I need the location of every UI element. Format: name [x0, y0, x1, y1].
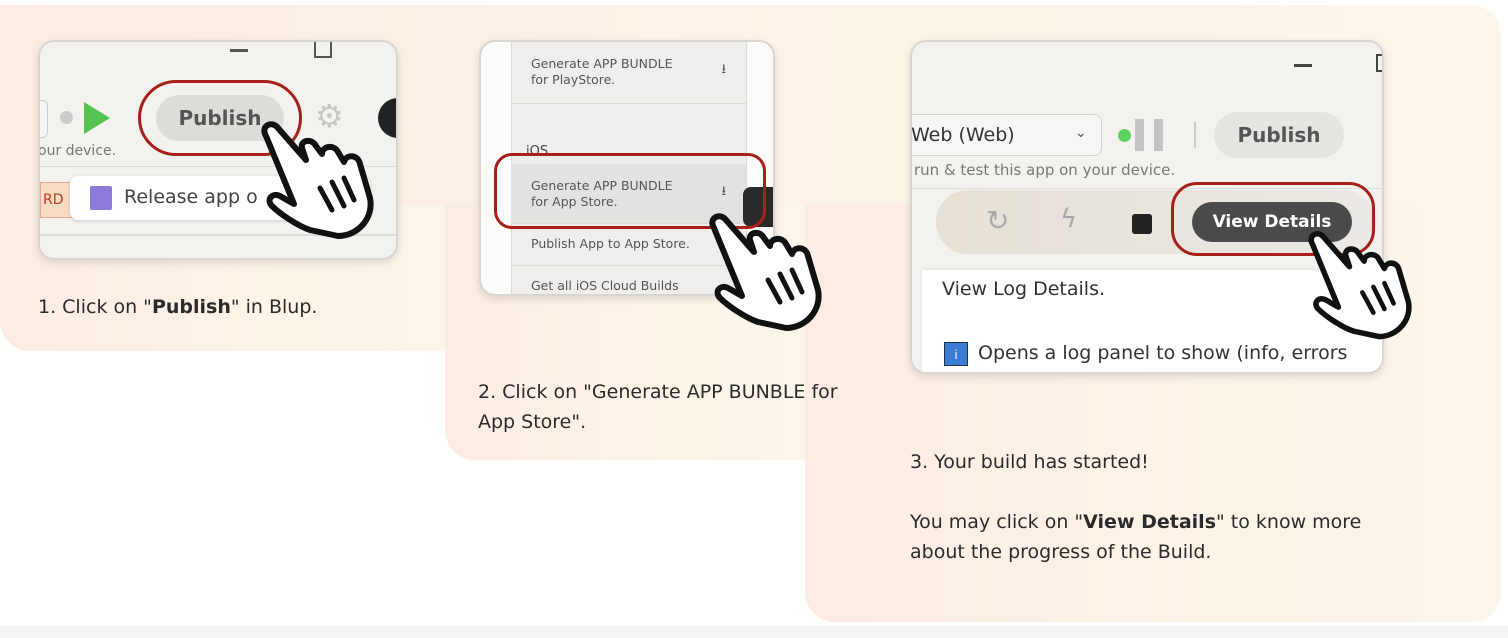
- menu-item-playstore-bundle[interactable]: Generate APP BUNDLE for PlayStore. ⭳: [511, 42, 746, 104]
- minimize-icon: [1294, 64, 1312, 67]
- release-app-label: Release app o: [124, 186, 258, 208]
- caption-text: 1. Click on ": [38, 296, 152, 318]
- status-dot: [1118, 129, 1131, 142]
- refresh-icon[interactable]: ↻: [986, 204, 1009, 237]
- platform-select[interactable]: Web (Web) ⌄: [911, 114, 1102, 156]
- publish-button[interactable]: Publish: [1214, 112, 1344, 158]
- caption-bold: View Details: [1083, 511, 1217, 533]
- info-icon: i: [944, 342, 968, 366]
- stop-icon[interactable]: [1132, 214, 1152, 234]
- shopping-bag-icon: [90, 186, 112, 210]
- chevron-down-icon: ⌄: [1075, 125, 1087, 141]
- step2-caption: 2. Click on "Generate APP BUNBLE for App…: [478, 381, 838, 433]
- minimize-icon: [230, 49, 248, 52]
- pause-icon[interactable]: [1135, 119, 1163, 151]
- caption-bold: Publish: [151, 296, 231, 318]
- play-icon[interactable]: [84, 102, 110, 134]
- hint-text: our device.: [38, 143, 117, 159]
- maximize-icon: [314, 42, 332, 58]
- pointing-hand-cursor-icon: [709, 213, 822, 331]
- download-icon: ⭳: [721, 62, 726, 77]
- select-edge: [40, 100, 48, 138]
- menu-item-label: Generate APP BUNDLE for PlayStore.: [531, 56, 673, 87]
- hint-text: run & test this app on your device.: [914, 161, 1176, 179]
- tooltip-title: View Log Details.: [942, 278, 1106, 300]
- platform-select-value: Web (Web): [911, 124, 1015, 146]
- step3-caption: You may click on "View Details" to know …: [910, 507, 1400, 567]
- status-dot: [60, 111, 73, 124]
- tooltip-body: Opens a log panel to show (info, errors: [978, 342, 1348, 364]
- avatar[interactable]: [378, 98, 396, 138]
- caption-text: " in Blup.: [230, 296, 318, 318]
- step1-caption: 1. Click on "Publish" in Blup.: [38, 292, 317, 322]
- menu-item-label: Publish App to App Store.: [531, 236, 690, 251]
- maximize-icon: [1376, 54, 1382, 72]
- menu-item-label: Get all iOS Cloud Builds: [531, 278, 679, 293]
- pointing-hand-cursor-icon: [1308, 231, 1412, 340]
- caption-text: You may click on ": [910, 511, 1084, 533]
- pointing-hand-cursor-icon: [261, 121, 374, 239]
- divider: [1194, 122, 1196, 148]
- lightning-icon[interactable]: ϟ: [1060, 204, 1077, 234]
- step3-caption-heading: 3. Your build has started!: [910, 451, 1149, 473]
- bottom-strip: [0, 626, 1508, 638]
